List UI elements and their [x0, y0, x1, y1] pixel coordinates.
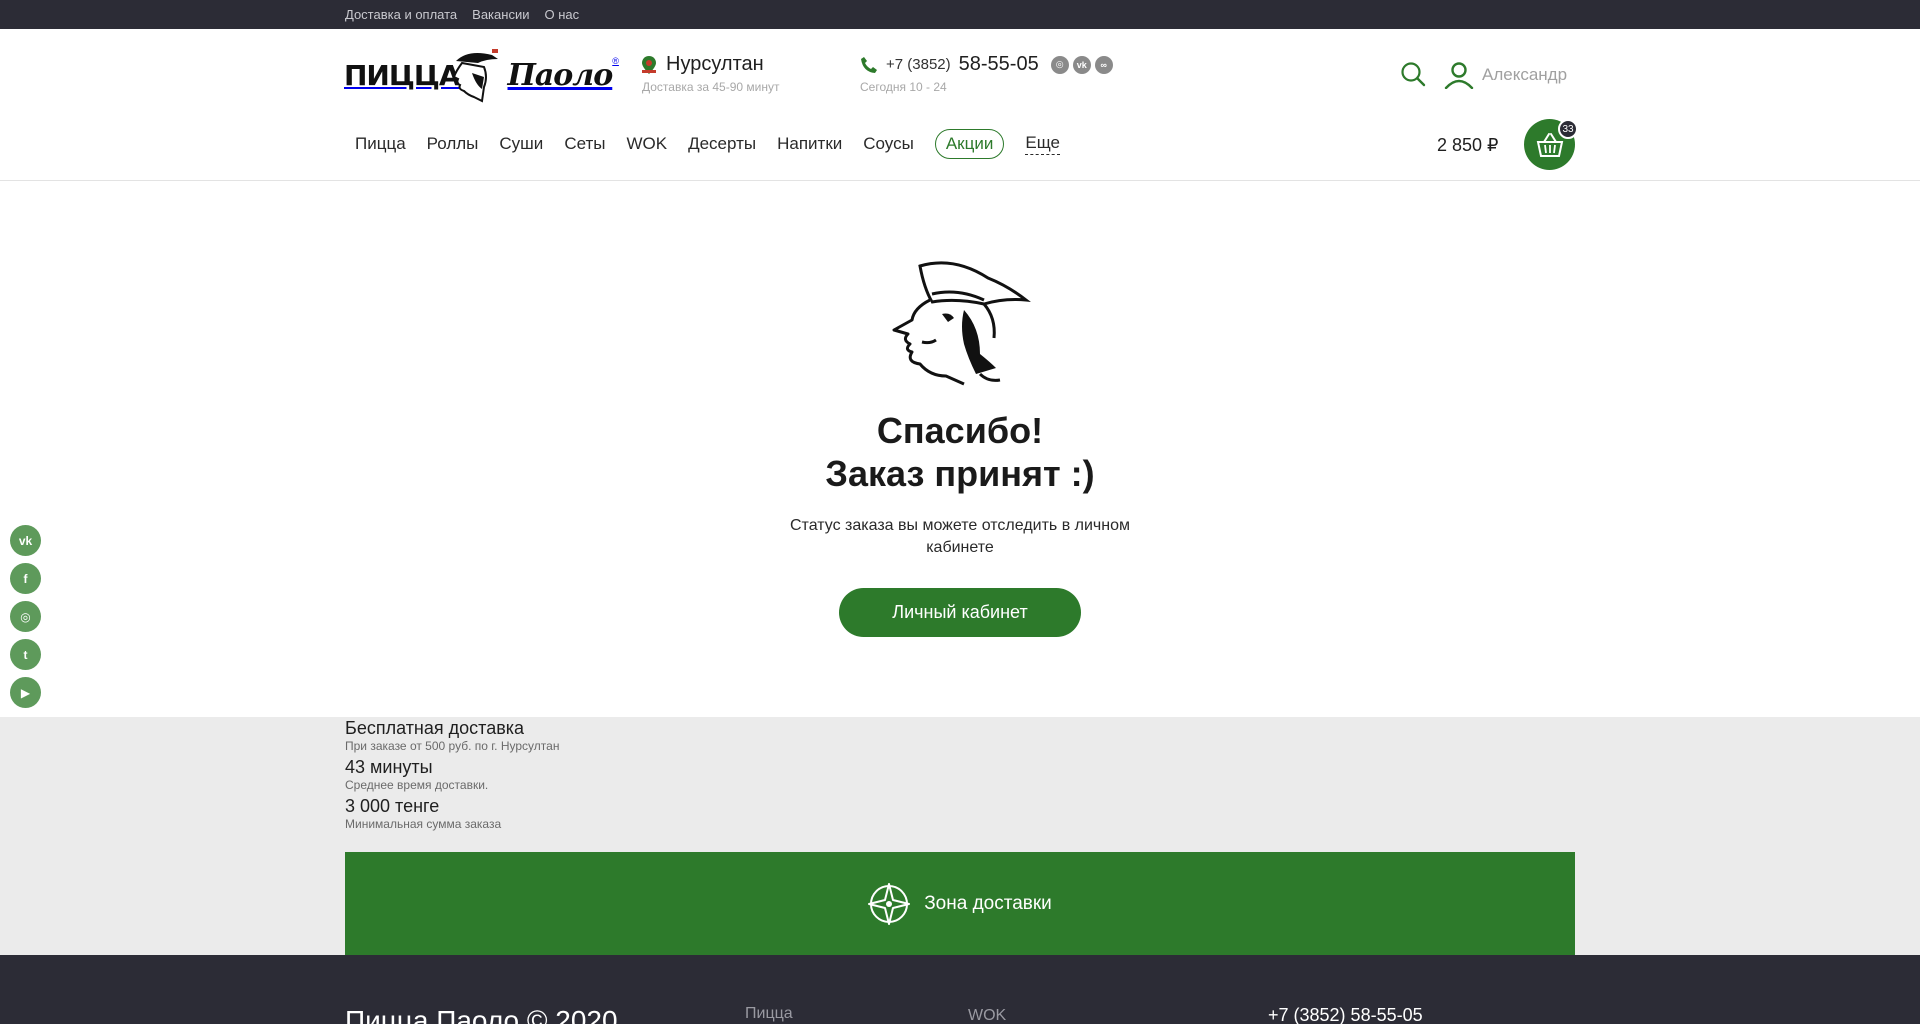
user-name: Александр: [1482, 65, 1568, 84]
city-selector[interactable]: Нурсултан Доставка за 45-90 минут: [642, 53, 779, 94]
thanks-line-1: Спасибо!: [876, 410, 1044, 451]
top-links: Доставка и оплата Вакансии О нас: [345, 0, 579, 29]
phone-icon: [861, 56, 877, 73]
top-link-delivery[interactable]: Доставка и оплата: [345, 7, 457, 22]
user-account-link[interactable]: Александр: [1444, 61, 1567, 89]
nav-item-promo[interactable]: Акции: [934, 129, 1005, 159]
thanks-heading: Спасибо! Заказ принят :): [0, 409, 1920, 495]
order-status-note: Статус заказа вы можете отследить в личн…: [790, 517, 1130, 556]
top-link-vacancies[interactable]: Вакансии: [472, 7, 529, 22]
header-socials: ◎ vk ∞: [1050, 55, 1113, 74]
top-bar: Доставка и оплата Вакансии О нас: [0, 0, 1920, 29]
info-title: 43 минуты: [345, 757, 433, 777]
nav-item-sets[interactable]: Сеты: [564, 134, 605, 154]
city-name: Нурсултан: [666, 53, 764, 75]
main-nav: Пицца Роллы Суши Сеты WOK Десерты Напитк…: [355, 129, 1060, 159]
info-caption: Среднее время доставки.: [345, 778, 489, 792]
delivery-time: Доставка за 45-90 минут: [642, 80, 780, 94]
nav-item-more[interactable]: Еще: [1025, 133, 1060, 155]
cart-count-badge: 33: [1558, 119, 1578, 139]
info-caption: Минимальная сумма заказа: [345, 817, 502, 831]
tripadvisor-icon[interactable]: ∞: [1094, 55, 1113, 74]
nav-item-sushi[interactable]: Суши: [499, 134, 543, 154]
opening-hours: Сегодня 10 - 24: [860, 80, 947, 94]
header: ПИЦЦА Паоло ® Нурсултан Доставка за 45-9…: [0, 29, 1920, 181]
info-item: 3 000 тенге Минимальная сумма заказа: [345, 795, 559, 832]
map-pin-icon: [642, 55, 656, 74]
vk-icon[interactable]: vk: [1072, 55, 1091, 74]
info-title: Бесплатная доставка: [345, 718, 525, 738]
cart-total: 2 850 ₽: [1437, 135, 1499, 155]
nav-item-sauces[interactable]: Соусы: [863, 134, 914, 154]
info-caption: При заказе от 500 руб. по г. Нурсултан: [345, 739, 560, 753]
footer-copyright: Пицца Паоло © 2020: [345, 1005, 618, 1024]
basket-icon: [1536, 132, 1563, 157]
nav-item-desserts[interactable]: Десерты: [688, 134, 756, 154]
nav-item-pizza[interactable]: Пицца: [355, 134, 406, 154]
mascot-illustration: [892, 261, 1031, 386]
phone-number[interactable]: 58-55-05: [959, 53, 1039, 76]
logo[interactable]: ПИЦЦА Паоло ®: [344, 47, 619, 103]
logo-word-left: ПИЦЦА: [344, 58, 460, 92]
logo-mascot-icon: [452, 49, 498, 103]
delivery-zone-label: Зона доставки: [924, 892, 1052, 914]
info-title: 3 000 тенге: [345, 796, 440, 816]
search-icon: [1401, 62, 1426, 87]
phone-prefix[interactable]: +7 (3852): [886, 56, 951, 73]
logo-word-right: Паоло: [507, 57, 614, 93]
delivery-zone-button[interactable]: Зона доставки: [345, 852, 1575, 955]
nav-item-wok[interactable]: WOK: [626, 134, 667, 154]
logo-registered: ®: [612, 56, 619, 66]
info-item: Бесплатная доставка При заказе от 500 ру…: [345, 717, 559, 754]
footer: Пицца Паоло © 2020 Пицца WOK +7 (3852) 5…: [0, 955, 1920, 1024]
footer-link-wok[interactable]: WOK: [968, 1007, 1006, 1024]
instagram-icon[interactable]: ◎: [1050, 55, 1069, 74]
footer-link-pizza[interactable]: Пицца: [745, 1005, 793, 1023]
cart-button[interactable]: 33: [1524, 119, 1578, 170]
top-link-about[interactable]: О нас: [544, 7, 579, 22]
nav-item-rolls[interactable]: Роллы: [427, 134, 479, 154]
nav-item-drinks[interactable]: Напитки: [777, 134, 842, 154]
thanks-line-2: Заказ принят :): [825, 453, 1095, 494]
order-confirmation: Спасибо! Заказ принят :) Статус заказа в…: [0, 181, 1920, 717]
phone-block: +7 (3852) 58-55-05 ◎ vk ∞ Сегодня 10 - 2…: [860, 53, 1113, 94]
footer-phone[interactable]: +7 (3852) 58-55-05: [1268, 1005, 1423, 1024]
user-icon: [1444, 62, 1474, 89]
compass-icon: [868, 882, 911, 925]
search-button[interactable]: [1400, 61, 1428, 89]
info-item: 43 минуты Среднее время доставки.: [345, 756, 559, 793]
account-button[interactable]: Личный кабинет: [839, 588, 1081, 637]
delivery-info: Бесплатная доставка При заказе от 500 ру…: [0, 717, 1920, 955]
